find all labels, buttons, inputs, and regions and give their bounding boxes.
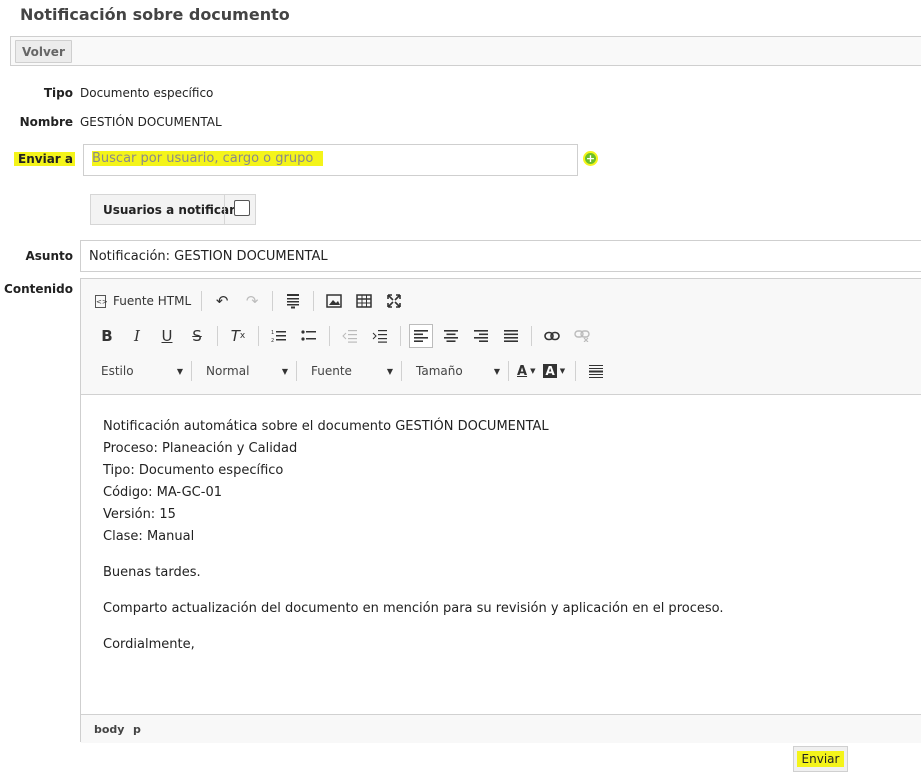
align-right-icon[interactable] (469, 324, 493, 348)
font-combo-label: Fuente (311, 364, 352, 378)
subject-input[interactable] (80, 240, 921, 272)
plus-circle-icon: + (585, 152, 596, 165)
toolbar-divider (272, 291, 274, 311)
toolbar-divider (201, 291, 203, 311)
table-icon[interactable] (352, 289, 376, 313)
body-line: Proceso: Planeación y Calidad (103, 441, 298, 456)
style-combo-label: Estilo (101, 364, 134, 378)
format-combo[interactable]: Normal ▼ (200, 359, 294, 383)
send-button[interactable]: Enviar (793, 746, 848, 772)
align-center-icon[interactable] (439, 324, 463, 348)
body-line: Clase: Manual (103, 529, 195, 544)
chevron-down-icon: ▼ (530, 367, 536, 375)
editor-toolbar: <> Fuente HTML ↶ ↷ B I U S T x 1 2 Estil… (81, 279, 921, 395)
align-left-icon[interactable] (409, 324, 433, 348)
maximize-icon[interactable] (382, 289, 406, 313)
undo-icon[interactable]: ↶ (210, 289, 234, 313)
type-label: Tipo (43, 86, 73, 100)
subject-label: Asunto (25, 249, 74, 263)
editor-content[interactable]: Notificación automática sobre el documen… (103, 416, 903, 656)
bulleted-list-icon[interactable] (297, 324, 321, 348)
image-icon[interactable] (322, 289, 346, 313)
chevron-down-icon: ▼ (493, 366, 500, 376)
body-line: Notificación automática sobre el documen… (103, 419, 549, 434)
horizontal-rule-icon[interactable] (584, 359, 608, 383)
toolbar-divider (217, 326, 218, 346)
body-line: Versión: 15 (103, 507, 176, 522)
toolbar-divider (296, 361, 297, 381)
numbered-list-icon[interactable]: 12 (267, 324, 291, 348)
template-icon[interactable] (281, 289, 305, 313)
html-source-label: Fuente HTML (113, 294, 192, 308)
font-combo[interactable]: Fuente ▼ (305, 359, 399, 383)
svg-text:1: 1 (271, 330, 274, 336)
body-line: Tipo: Documento específico (103, 463, 284, 478)
name-value: GESTIÓN DOCUMENTAL (80, 115, 222, 129)
recipient-search-input[interactable] (83, 144, 578, 176)
clear-format-icon[interactable]: Tx (226, 324, 250, 348)
body-greeting: Buenas tardes. (103, 565, 201, 580)
toolbar-divider (258, 326, 259, 346)
toolbar-divider (400, 326, 401, 346)
notify-users-checkbox[interactable] (234, 200, 250, 216)
align-justify-icon[interactable] (499, 324, 523, 348)
bold-icon[interactable]: B (95, 324, 119, 348)
size-combo[interactable]: Tamaño ▼ (410, 359, 506, 383)
notify-users-divider (224, 195, 225, 224)
outdent-icon[interactable] (338, 324, 362, 348)
body-line: Código: MA-GC-01 (103, 485, 222, 500)
element-path-body[interactable]: body (94, 723, 124, 736)
text-color-icon: A (517, 363, 528, 379)
toolbar-divider (329, 326, 330, 346)
body-closing: Cordialmente, (103, 637, 195, 652)
add-recipient-button[interactable]: + (583, 151, 598, 166)
send-button-label: Enviar (796, 751, 845, 767)
chevron-down-icon: ▼ (559, 367, 566, 375)
chevron-down-icon: ▼ (386, 366, 393, 376)
page-title: Notificación sobre documento (20, 5, 290, 24)
top-toolbar: Volver (10, 36, 921, 66)
indent-icon[interactable] (368, 324, 392, 348)
link-icon[interactable] (540, 324, 564, 348)
strikethrough-icon[interactable]: S (185, 324, 209, 348)
redo-icon[interactable]: ↷ (240, 289, 264, 313)
toolbar-divider (575, 361, 577, 381)
text-color-button[interactable]: A ▼ (517, 364, 535, 379)
italic-icon[interactable]: I (125, 324, 149, 348)
rich-text-editor: <> Fuente HTML ↶ ↷ B I U S T x 1 2 Estil… (80, 278, 921, 743)
content-label: Contenido (4, 282, 73, 296)
notify-users-group: Usuarios a notificar (90, 194, 256, 225)
underline-icon[interactable]: U (155, 324, 179, 348)
chevron-down-icon: ▼ (281, 366, 288, 376)
size-combo-label: Tamaño (416, 364, 463, 378)
toolbar-divider (508, 361, 509, 381)
notify-users-label: Usuarios a notificar (103, 203, 236, 217)
unlink-icon[interactable] (570, 324, 594, 348)
type-value: Documento específico (80, 86, 214, 100)
send-to-label: Enviar a (14, 152, 75, 166)
editor-statusbar: body p (81, 714, 921, 743)
background-color-button[interactable]: A ▼ (543, 364, 565, 378)
chevron-down-icon: ▼ (176, 366, 183, 376)
back-button[interactable]: Volver (15, 40, 72, 63)
svg-text:2: 2 (271, 338, 274, 343)
format-combo-label: Normal (206, 364, 250, 378)
background-color-icon: A (543, 364, 557, 378)
source-icon: <> (95, 294, 108, 308)
toolbar-divider (401, 361, 402, 381)
body-message: Comparto actualización del documento en … (103, 601, 724, 616)
toolbar-divider (531, 326, 532, 346)
name-label: Nombre (19, 115, 73, 129)
toolbar-divider (313, 291, 315, 311)
html-source-button[interactable]: <> Fuente HTML (95, 294, 191, 308)
style-combo[interactable]: Estilo ▼ (95, 359, 189, 383)
element-path-p[interactable]: p (133, 723, 141, 736)
toolbar-divider (191, 361, 192, 381)
